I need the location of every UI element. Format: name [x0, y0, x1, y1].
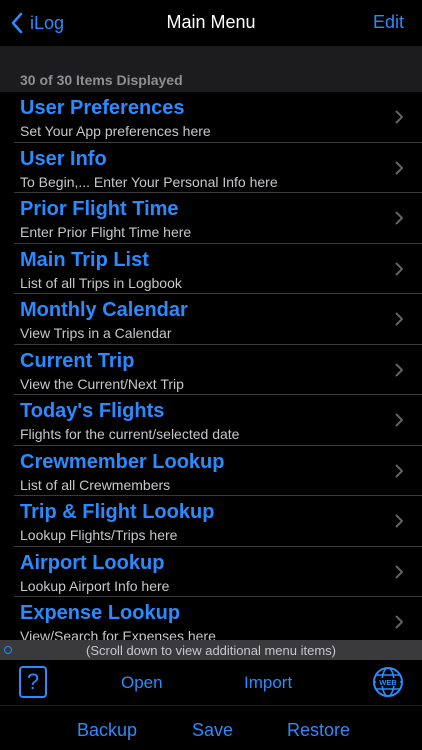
menu-item-title: User Info	[20, 147, 107, 170]
menu-item-subtitle: View Trips in a Calendar	[20, 325, 172, 341]
menu-item-title: Prior Flight Time	[20, 198, 179, 220]
chevron-right-icon	[395, 262, 403, 275]
menu-item-title: Airport Lookup	[20, 551, 165, 574]
edit-button[interactable]: Edit	[373, 12, 404, 33]
menu-item-subtitle: Lookup Flights/Trips here	[20, 527, 178, 543]
menu-item-title: Main Trip List	[20, 248, 149, 271]
action-toolbar: ? Open Import WEB	[0, 660, 422, 706]
web-icon-label: WEB	[379, 678, 397, 687]
globe-web-icon[interactable]: WEB	[372, 666, 404, 698]
menu-item-subtitle: List of all Trips in Logbook	[20, 274, 182, 291]
menu-item-title: Current Trip	[20, 349, 135, 372]
menu-item-subtitle: List of all Crewmembers	[20, 476, 171, 493]
menu-item-current-trip[interactable]: Current Trip View the Current/Next Trip	[14, 345, 422, 395]
chevron-right-icon	[395, 211, 403, 225]
chevron-right-icon	[395, 363, 403, 376]
menu-item-title: Expense Lookup	[20, 602, 181, 624]
scroll-hint-text: (Scroll down to view additional menu ite…	[86, 643, 336, 658]
list-header: 30 of 30 Items Displayed	[0, 46, 422, 92]
chevron-right-icon	[395, 161, 403, 174]
chevron-right-icon	[395, 312, 403, 326]
menu-item-title: Today's Flights	[20, 400, 165, 422]
backup-button[interactable]: Backup	[77, 720, 137, 741]
menu-item-user-preferences[interactable]: User Preferences Set Your App preference…	[14, 92, 422, 143]
chevron-right-icon	[395, 110, 403, 124]
menu-item-subtitle: View the Current/Next Trip	[20, 375, 184, 392]
menu-item-title: Trip & Flight Lookup	[20, 501, 215, 523]
import-button[interactable]: Import	[244, 673, 292, 693]
menu-item-crewmember-lookup[interactable]: Crewmember Lookup List of all Crewmember…	[14, 446, 422, 496]
menu-item-monthly-calendar[interactable]: Monthly Calendar View Trips in a Calenda…	[14, 294, 422, 345]
chevron-right-icon	[395, 514, 403, 528]
menu-item-subtitle: Enter Prior Flight Time here	[20, 224, 192, 240]
menu-list[interactable]: User Preferences Set Your App preference…	[0, 92, 422, 640]
save-button[interactable]: Save	[192, 720, 233, 741]
menu-item-prior-flight-time[interactable]: Prior Flight Time Enter Prior Flight Tim…	[14, 193, 422, 244]
menu-item-title: User Preferences	[20, 97, 185, 119]
menu-item-title: Crewmember Lookup	[20, 450, 225, 473]
menu-item-subtitle: To Begin,... Enter Your Personal Info he…	[20, 173, 278, 190]
chevron-right-icon	[395, 464, 403, 477]
restore-button[interactable]: Restore	[287, 720, 350, 741]
menu-item-title: Monthly Calendar	[20, 299, 188, 321]
open-button[interactable]: Open	[121, 673, 163, 693]
menu-item-subtitle: Flights for the current/selected date	[20, 426, 240, 442]
menu-item-trip-flight-lookup[interactable]: Trip & Flight Lookup Lookup Flights/Trip…	[14, 496, 422, 547]
help-button[interactable]: ?	[19, 666, 47, 698]
menu-item-user-info[interactable]: User Info To Begin,... Enter Your Person…	[14, 143, 422, 193]
menu-item-expense-lookup[interactable]: Expense Lookup View/Search for Expenses …	[14, 597, 422, 640]
menu-item-main-trip-list[interactable]: Main Trip List List of all Trips in Logb…	[14, 244, 422, 294]
chevron-right-icon	[395, 565, 403, 578]
item-count-label: 30 of 30 Items Displayed	[20, 72, 183, 88]
menu-item-subtitle: Set Your App preferences here	[20, 123, 211, 139]
scroll-hint-bar: (Scroll down to view additional menu ite…	[0, 640, 422, 660]
page-title: Main Menu	[166, 12, 256, 32]
chevron-right-icon	[395, 615, 403, 629]
menu-item-subtitle: View/Search for Expenses here	[20, 628, 216, 640]
menu-item-airport-lookup[interactable]: Airport Lookup Lookup Airport Info here	[14, 547, 422, 597]
menu-item-subtitle: Lookup Airport Info here	[20, 577, 170, 594]
chevron-right-icon	[395, 413, 403, 427]
navigation-bar: iLog Main Menu Edit	[0, 0, 422, 46]
menu-item-todays-flights[interactable]: Today's Flights Flights for the current/…	[14, 395, 422, 446]
bottom-toolbar: Backup Save Restore	[0, 706, 422, 750]
